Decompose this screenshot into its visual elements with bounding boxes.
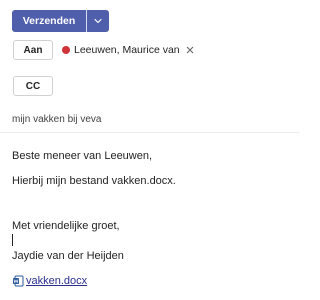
word-document-icon — [13, 275, 24, 287]
body-greeting[interactable]: Beste meneer van Leeuwen, — [12, 150, 152, 162]
subject-divider — [0, 132, 300, 133]
close-icon — [186, 46, 194, 54]
cc-field-button[interactable]: CC — [13, 76, 53, 96]
text-cursor — [12, 234, 13, 246]
body-line[interactable]: Hierbij mijn bestand vakken.docx. — [12, 175, 176, 187]
body-signature[interactable]: Jaydie van der Heijden — [12, 250, 124, 262]
attachment-link[interactable]: vakken.docx — [12, 275, 87, 287]
send-split-button: Verzenden — [12, 10, 109, 32]
chevron-down-icon — [94, 18, 102, 24]
compose-window: Verzenden Aan Leeuwen, Maurice van CC mi… — [0, 0, 300, 300]
remove-recipient-button[interactable] — [185, 45, 195, 55]
to-field-button[interactable]: Aan — [13, 40, 53, 60]
send-options-dropdown[interactable] — [87, 10, 109, 32]
attachment-label: vakken.docx — [26, 275, 88, 287]
presence-status-dot — [62, 46, 70, 54]
body-closing[interactable]: Met vriendelijke groet, — [12, 220, 120, 232]
send-button[interactable]: Verzenden — [12, 10, 86, 32]
subject-field[interactable]: mijn vakken bij veva — [12, 114, 101, 125]
recipient-name: Leeuwen, Maurice van — [74, 44, 180, 56]
recipient-chip[interactable]: Leeuwen, Maurice van — [62, 40, 195, 60]
